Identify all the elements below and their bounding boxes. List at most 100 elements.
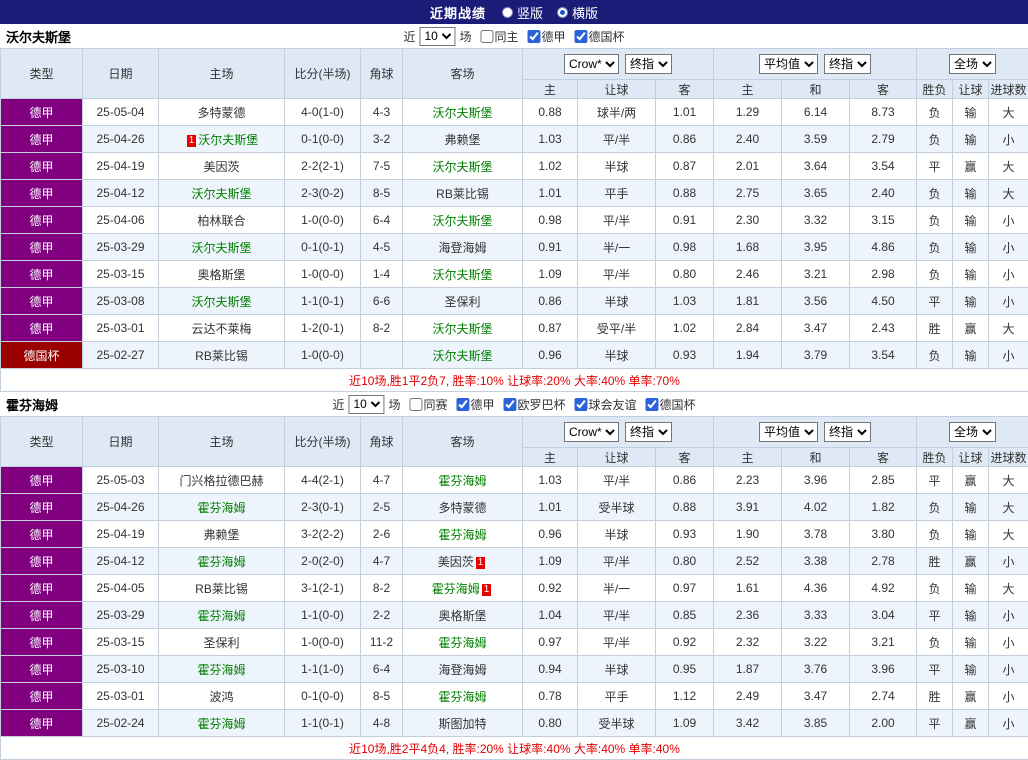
layout-radio-vertical[interactable]: 竖版 xyxy=(502,3,543,22)
section-header: 沃尔夫斯堡近10场同主德甲德国杯 xyxy=(0,24,1028,48)
result-handicap: 赢 xyxy=(953,548,989,575)
match-row: 德国杯25-02-27RB莱比锡1-0(0-0)沃尔夫斯堡0.96半球0.931… xyxy=(1,342,1028,369)
away-team[interactable]: 圣保利 xyxy=(403,288,523,315)
home-team[interactable]: 霍芬海姆 xyxy=(159,656,285,683)
match-type: 德甲 xyxy=(1,521,83,548)
home-team[interactable]: 波鸿 xyxy=(159,683,285,710)
match-type: 德甲 xyxy=(1,710,83,737)
away-team[interactable]: 沃尔夫斯堡 xyxy=(403,99,523,126)
average-select[interactable]: 终指 xyxy=(824,54,871,74)
corners: 4-8 xyxy=(361,710,403,737)
away-team[interactable]: 霍芬海姆 xyxy=(403,683,523,710)
home-team[interactable]: 云达不莱梅 xyxy=(159,315,285,342)
away-team[interactable]: 霍芬海姆 xyxy=(403,521,523,548)
home-team[interactable]: 霍芬海姆 xyxy=(159,710,285,737)
layout-radio-horizontal[interactable]: 横版 xyxy=(557,3,598,22)
filter-德甲[interactable]: 德甲 xyxy=(456,396,494,413)
home-team[interactable]: 霍芬海姆 xyxy=(159,494,285,521)
filter-checkbox[interactable] xyxy=(409,398,422,411)
home-team[interactable]: 沃尔夫斯堡 xyxy=(159,180,285,207)
away-team[interactable]: 霍芬海姆1 xyxy=(403,575,523,602)
home-team[interactable]: 柏林联合 xyxy=(159,207,285,234)
filter-checkbox[interactable] xyxy=(504,398,517,411)
home-team[interactable]: 霍芬海姆 xyxy=(159,602,285,629)
away-team[interactable]: 奥格斯堡 xyxy=(403,602,523,629)
home-team[interactable]: 门兴格拉德巴赫 xyxy=(159,467,285,494)
filter-同赛[interactable]: 同赛 xyxy=(409,396,447,413)
recent-count-select[interactable]: 10 xyxy=(348,395,384,414)
filter-checkbox[interactable] xyxy=(456,398,469,411)
odds-handicap: 球半/两 xyxy=(578,99,656,126)
away-team[interactable]: RB莱比锡 xyxy=(403,180,523,207)
average-select[interactable]: 平均值 xyxy=(759,54,818,74)
recent-count-select[interactable]: 10 xyxy=(419,27,455,46)
filter-prefix: 近 xyxy=(332,396,344,413)
average-select[interactable]: 终指 xyxy=(824,422,871,442)
away-team[interactable]: 弗赖堡 xyxy=(403,126,523,153)
home-team[interactable]: 美因茨 xyxy=(159,153,285,180)
filter-德国杯[interactable]: 德国杯 xyxy=(646,396,696,413)
filter-同主[interactable]: 同主 xyxy=(480,28,518,45)
home-team[interactable]: 奥格斯堡 xyxy=(159,261,285,288)
home-team[interactable]: RB莱比锡 xyxy=(159,575,285,602)
filter-欧罗巴杯[interactable]: 欧罗巴杯 xyxy=(504,396,566,413)
filter-label: 球会友谊 xyxy=(589,396,637,413)
result-wdl: 胜 xyxy=(917,548,953,575)
filter-checkbox[interactable] xyxy=(480,30,493,43)
home-team[interactable]: 沃尔夫斯堡 xyxy=(159,288,285,315)
filter-checkbox[interactable] xyxy=(646,398,659,411)
away-team[interactable]: 霍芬海姆 xyxy=(403,629,523,656)
result-goals: 小 xyxy=(989,234,1028,261)
away-team[interactable]: 沃尔夫斯堡 xyxy=(403,261,523,288)
home-team[interactable]: RB莱比锡 xyxy=(159,342,285,369)
column-header: 日期 xyxy=(83,49,159,99)
fulltime-select[interactable]: 全场 xyxy=(949,54,996,74)
odds-home: 0.91 xyxy=(523,234,578,261)
average-select[interactable]: 平均值 xyxy=(759,422,818,442)
home-team[interactable]: 圣保利 xyxy=(159,629,285,656)
filter-checkbox[interactable] xyxy=(575,30,588,43)
away-team[interactable]: 海登海姆 xyxy=(403,656,523,683)
bookmaker-select[interactable]: Crow* xyxy=(564,422,619,442)
away-team[interactable]: 美因茨1 xyxy=(403,548,523,575)
result-goals: 大 xyxy=(989,521,1028,548)
away-team[interactable]: 沃尔夫斯堡 xyxy=(403,207,523,234)
home-team[interactable]: 沃尔夫斯堡 xyxy=(159,234,285,261)
filter-球会友谊[interactable]: 球会友谊 xyxy=(575,396,637,413)
result-goals: 大 xyxy=(989,575,1028,602)
sub-column-header: 让球 xyxy=(578,80,656,99)
result-goals: 大 xyxy=(989,99,1028,126)
away-team[interactable]: 多特蒙德 xyxy=(403,494,523,521)
away-team[interactable]: 斯图加特 xyxy=(403,710,523,737)
score: 3-2(2-2) xyxy=(285,521,361,548)
sections-container: 沃尔夫斯堡近10场同主德甲德国杯类型日期主场比分(半场)角球客场Crow*终指平… xyxy=(0,24,1028,760)
home-team[interactable]: 霍芬海姆 xyxy=(159,548,285,575)
away-team[interactable]: 沃尔夫斯堡 xyxy=(403,342,523,369)
away-team[interactable]: 沃尔夫斯堡 xyxy=(403,315,523,342)
away-team[interactable]: 沃尔夫斯堡 xyxy=(403,153,523,180)
avg-draw: 3.85 xyxy=(782,710,850,737)
filter-德国杯[interactable]: 德国杯 xyxy=(575,28,625,45)
home-team[interactable]: 1沃尔夫斯堡 xyxy=(159,126,285,153)
odds-away: 0.85 xyxy=(656,602,714,629)
filter-德甲[interactable]: 德甲 xyxy=(528,28,566,45)
away-team[interactable]: 霍芬海姆 xyxy=(403,467,523,494)
result-handicap: 赢 xyxy=(953,467,989,494)
match-row: 德甲25-04-19美因茨2-2(2-1)7-5沃尔夫斯堡1.02半球0.872… xyxy=(1,153,1028,180)
match-date: 25-03-01 xyxy=(83,683,159,710)
bookmaker-select[interactable]: 终指 xyxy=(625,422,672,442)
topbar: 近期战绩 竖版横版 xyxy=(0,0,1028,24)
home-team[interactable]: 弗赖堡 xyxy=(159,521,285,548)
fulltime-select[interactable]: 全场 xyxy=(949,422,996,442)
filter-checkbox[interactable] xyxy=(575,398,588,411)
bookmaker-select[interactable]: 终指 xyxy=(625,54,672,74)
filter-checkbox[interactable] xyxy=(528,30,541,43)
match-date: 25-05-03 xyxy=(83,467,159,494)
sub-column-header: 胜负 xyxy=(917,80,953,99)
home-team[interactable]: 多特蒙德 xyxy=(159,99,285,126)
odds-away: 0.80 xyxy=(656,261,714,288)
results-table: 类型日期主场比分(半场)角球客场Crow*终指平均值终指全场主让球客主和客胜负让… xyxy=(0,48,1028,392)
away-team[interactable]: 海登海姆 xyxy=(403,234,523,261)
bookmaker-select[interactable]: Crow* xyxy=(564,54,619,74)
score: 1-0(0-0) xyxy=(285,207,361,234)
